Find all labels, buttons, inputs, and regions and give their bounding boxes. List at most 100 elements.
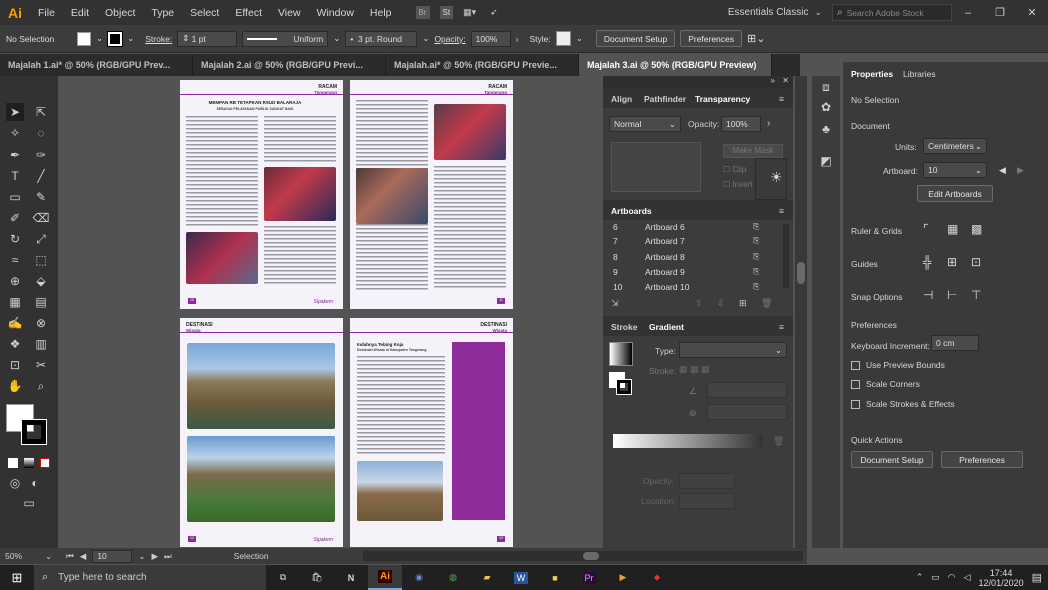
sticky-notes-icon[interactable]: ■ [538,565,572,590]
brush-select[interactable]: • 3 pt. Round [345,30,418,47]
chevron-down-icon[interactable]: ⌄ [576,33,583,44]
menu-type[interactable]: Type [143,7,182,19]
tab-majalah-2[interactable]: Majalah 2.ai @ 50% (RGB/GPU Previ... [193,54,386,76]
lasso-icon[interactable]: ◌ [32,124,50,142]
chevron-right-icon[interactable]: › [767,118,770,129]
line-tool-icon[interactable]: ╱ [32,167,50,185]
zoom-level[interactable]: 50% [5,551,39,561]
list-item[interactable]: 8 Artboard 8 ⎘ [603,252,781,266]
warp-icon[interactable]: ≈ [6,251,24,269]
new-artboard-icon[interactable]: ⊞ [739,298,747,309]
discord-icon[interactable]: ◉ [402,565,436,590]
scale-strokes-checkbox[interactable]: Scale Strokes & Effects [851,399,955,410]
eraser-icon[interactable]: ⌫ [32,209,50,227]
next-artboard-icon[interactable]: ▶ [1017,165,1024,176]
snap-to-pixel-icon[interactable]: ⊢ [947,288,957,302]
eyedropper-icon[interactable]: ✍ [6,314,24,332]
acrobat-icon[interactable]: ⬥ [640,565,674,590]
menu-select[interactable]: Select [182,7,227,19]
bridge-icon[interactable]: Br [415,6,430,19]
pen-tool-icon[interactable]: ✒ [6,146,24,164]
media-player-icon[interactable]: ▶ [606,565,640,590]
hand-tool-icon[interactable]: ✋ [6,377,24,395]
first-artboard-icon[interactable]: ⏮ [66,551,74,562]
tab-majalah-3[interactable]: Majalah 3.ai @ 50% (RGB/GPU Preview) [579,54,772,76]
restore-button[interactable]: ❐ [984,0,1016,25]
chevron-down-icon[interactable]: ⌄ [127,33,134,44]
aspect-ratio-icon[interactable]: ⊚ [689,408,697,419]
artboard-options-icon[interactable]: ⎘ [753,267,759,277]
lock-guides-icon[interactable]: ⊞ [947,255,957,269]
list-item[interactable]: 7 Artboard 7 ⎘ [603,236,781,250]
rectangle-tool-icon[interactable]: ▭ [6,188,24,206]
gradient-preview[interactable] [609,342,633,366]
artboard-navigator-input[interactable]: 10 [92,549,133,563]
graph-tool-icon[interactable]: ▥ [32,335,50,353]
minimize-button[interactable]: – [952,0,984,25]
stock-icon[interactable]: St [439,6,454,19]
chevron-down-icon[interactable]: ⌄ [422,33,429,44]
artboard-page-11[interactable]: RACAM Tangerang 11 [350,80,513,309]
artboard-page-12[interactable]: DESTINASI Wisata 12 Sipakem [180,318,343,547]
direct-selection-tool-icon[interactable]: ⇱ [32,103,50,121]
chevron-down-icon[interactable]: ⌄ [814,7,822,18]
tab-gradient[interactable]: Gradient [649,322,684,332]
magic-wand-icon[interactable]: ✧ [6,124,24,142]
paintbrush-icon[interactable]: ✎ [32,188,50,206]
keyboard-increment-input[interactable]: 0 cm [931,335,979,351]
collapse-icon[interactable]: » [771,76,775,85]
move-down-icon[interactable]: ⇩ [717,298,725,309]
stroke-color-icon[interactable] [21,419,47,445]
none-mode-icon[interactable] [40,458,50,468]
menu-view[interactable]: View [270,7,309,19]
stroke-swatch[interactable] [107,30,124,47]
transparency-opacity-input[interactable]: 100% [721,116,761,132]
move-up-icon[interactable]: ⇧ [695,298,703,309]
task-view-icon[interactable]: ⧉ [266,565,300,590]
ruler-icon[interactable]: ⌜ [923,222,929,236]
clock[interactable]: 17:44 12/01/2020 [979,568,1024,588]
canvas-vertical-scrollbar[interactable] [795,76,807,548]
menu-edit[interactable]: Edit [63,7,97,19]
symbol-sprayer-icon[interactable]: ❖ [6,335,24,353]
scroll-thumb[interactable] [797,262,805,284]
list-item[interactable]: 9 Artboard 9 ⎘ [603,267,781,281]
arrange-documents-icon[interactable]: ⊞⌄ [747,32,765,45]
brushes-icon[interactable]: ✿ [817,98,835,116]
style-swatch[interactable] [555,31,571,46]
file-explorer-icon[interactable]: ▰ [470,565,504,590]
artboard-options-icon[interactable]: ⎘ [753,282,759,292]
tab-majalah-1[interactable]: Majalah 1.ai* @ 50% (RGB/GPU Prev... [0,54,193,76]
smart-guides-icon[interactable]: ⊡ [971,255,981,269]
document-setup-button[interactable]: Document Setup [595,30,676,47]
snap-to-point-icon[interactable]: ⊣ [923,288,933,302]
word-icon[interactable]: W [504,565,538,590]
angle-input[interactable] [707,382,787,398]
use-preview-bounds-checkbox[interactable]: Use Preview Bounds [851,360,945,371]
list-item[interactable]: 10 Artboard 10 ⎘ [603,282,781,296]
menu-object[interactable]: Object [97,7,143,19]
chevron-right-icon[interactable]: › [516,34,519,44]
gradient-tool-icon[interactable]: ▤ [32,293,50,311]
tab-stroke[interactable]: Stroke [611,322,637,332]
artboard-page-10[interactable]: RACAM Tangerang MEMPAN RB TETAPKAN RSUD B… [180,80,343,309]
chevron-down-icon[interactable]: ⌄ [96,33,103,44]
wifi-icon[interactable]: ◠ [948,572,956,583]
chevron-down-icon[interactable]: ⌄ [333,33,340,44]
shape-builder-icon[interactable]: ⊕ [6,272,24,290]
tab-majalah[interactable]: Majalah.ai* @ 50% (RGB/GPU Previe... [386,54,579,76]
angle-icon[interactable]: ∠ [689,386,697,397]
stock-search[interactable]: ⌕ Search Adobe Stock [832,4,952,21]
close-icon[interactable]: ✕ [782,76,789,85]
rotate-icon[interactable]: ↻ [6,230,24,248]
notion-icon[interactable]: N [334,565,368,590]
stroke-label[interactable]: Stroke: [145,34,172,44]
slice-tool-icon[interactable]: ✂ [32,356,50,374]
transparency-grid-icon[interactable]: ▩ [971,222,982,236]
stroke-gradient-icons[interactable]: ▦ ▦ ▦ [679,364,729,378]
store-icon[interactable]: 🛍 [300,565,334,590]
gradient-location-input[interactable] [679,493,735,509]
taskbar-search-input[interactable]: Type here to search [58,572,146,583]
horizontal-scrollbar[interactable] [363,551,803,561]
blend-icon[interactable]: ⊗ [32,314,50,332]
